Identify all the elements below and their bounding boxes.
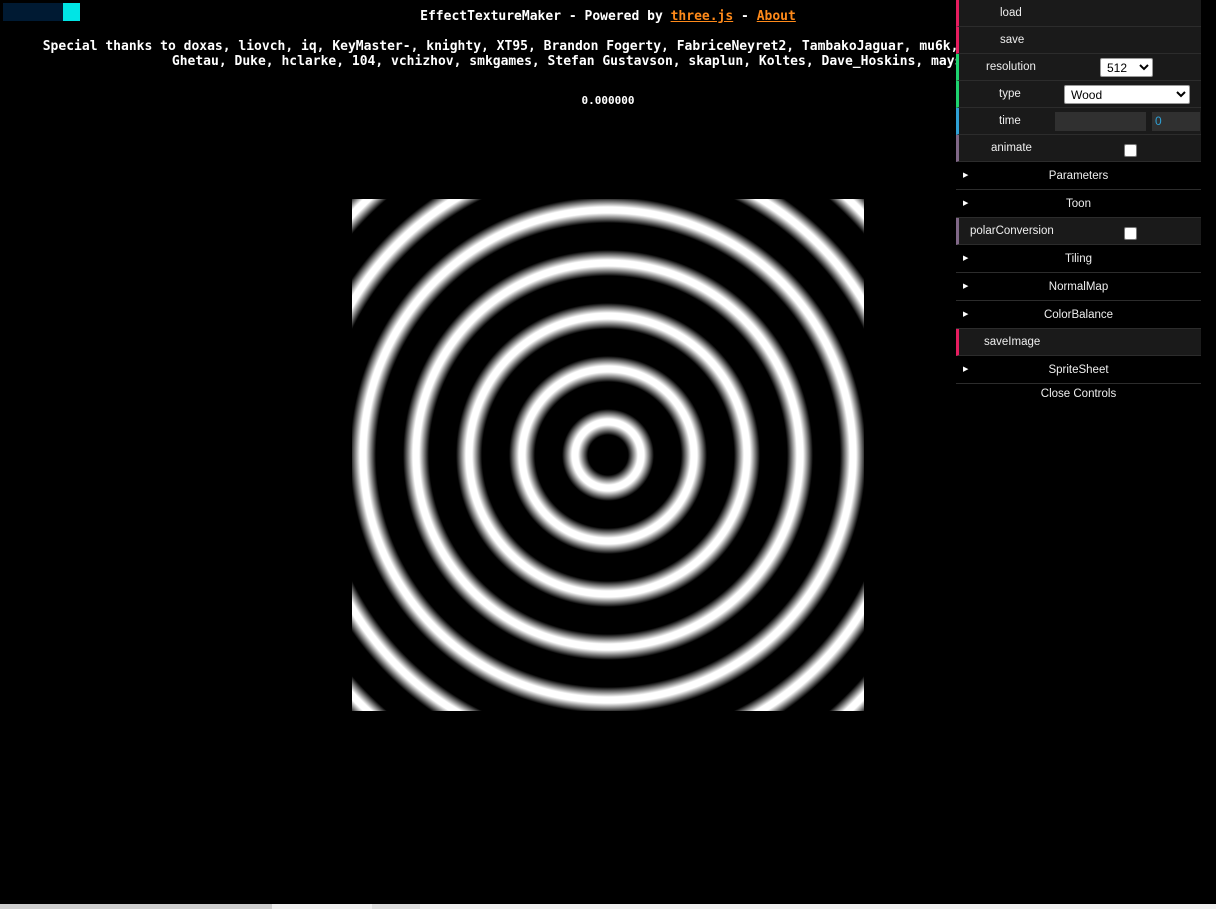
save-label: save [1000, 34, 1025, 46]
folder-colorbalance[interactable]: ▶ ColorBalance [956, 301, 1201, 329]
polar-conversion-checkbox[interactable] [1124, 227, 1137, 240]
resolution-select[interactable]: 512 [1100, 58, 1153, 77]
control-panel: load save resolution 512 type Wood time … [956, 0, 1201, 404]
horizontal-scrollbar[interactable] [0, 904, 1216, 909]
load-label: load [1000, 7, 1022, 19]
save-image-label: saveImage [984, 336, 1041, 348]
folder-tiling-label: Tiling [1064, 252, 1093, 265]
close-controls-button[interactable]: Close Controls [956, 384, 1201, 404]
texture-canvas[interactable] [352, 199, 864, 711]
triangle-right-icon: ▶ [963, 366, 969, 373]
folder-parameters[interactable]: ▶ Parameters [956, 162, 1201, 190]
folder-toon-label: Toon [1066, 197, 1091, 210]
time-slider[interactable] [1055, 112, 1146, 131]
header-separator: - [733, 9, 757, 24]
folder-tiling[interactable]: ▶ Tiling [956, 245, 1201, 273]
scrollbar-thumb[interactable] [0, 904, 272, 909]
threejs-link[interactable]: three.js [671, 9, 734, 24]
type-select[interactable]: Wood [1064, 85, 1190, 104]
folder-toon[interactable]: ▶ Toon [956, 190, 1201, 218]
folder-normalmap[interactable]: ▶ NormalMap [956, 273, 1201, 301]
close-controls-label: Close Controls [1040, 388, 1117, 400]
triangle-right-icon: ▶ [963, 283, 969, 290]
time-control: time 0 [956, 108, 1201, 135]
polar-conversion-label: polarConversion [970, 225, 1054, 237]
scrollbar-segment [372, 904, 420, 909]
folder-parameters-label: Parameters [1048, 169, 1109, 182]
animate-checkbox[interactable] [1124, 144, 1137, 157]
triangle-right-icon: ▶ [963, 200, 969, 207]
time-label: time [999, 115, 1021, 127]
folder-spritesheet-label: SpriteSheet [1048, 363, 1109, 376]
time-input[interactable]: 0 [1152, 112, 1200, 131]
folder-normalmap-label: NormalMap [1048, 280, 1109, 293]
type-label: type [999, 88, 1021, 100]
folder-spritesheet[interactable]: ▶ SpriteSheet [956, 356, 1201, 384]
load-button[interactable]: load [956, 0, 1201, 27]
triangle-right-icon: ▶ [963, 172, 969, 179]
animate-label: animate [991, 142, 1032, 154]
save-image-button[interactable]: saveImage [956, 329, 1201, 356]
polar-conversion-control: polarConversion [956, 218, 1201, 245]
resolution-label: resolution [986, 61, 1036, 73]
header-title: EffectTextureMaker - Powered by [420, 9, 671, 24]
type-control: type Wood [956, 81, 1201, 108]
folder-colorbalance-label: ColorBalance [1043, 308, 1114, 321]
triangle-right-icon: ▶ [963, 255, 969, 262]
resolution-control: resolution 512 [956, 54, 1201, 81]
triangle-right-icon: ▶ [963, 311, 969, 318]
about-link[interactable]: About [757, 9, 796, 24]
rings-texture [352, 199, 864, 711]
animate-control: animate [956, 135, 1201, 162]
save-button[interactable]: save [956, 27, 1201, 54]
